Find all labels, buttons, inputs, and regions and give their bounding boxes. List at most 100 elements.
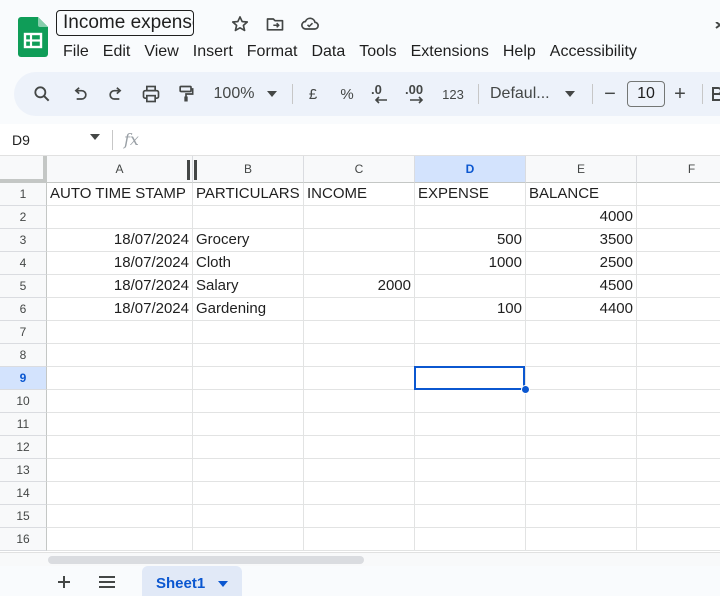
cell-b13[interactable]: [193, 459, 304, 482]
row-header-2[interactable]: 2: [0, 206, 47, 229]
cell-f5[interactable]: [637, 275, 720, 298]
cell-f9[interactable]: [637, 367, 720, 390]
menu-view[interactable]: View: [137, 42, 185, 62]
cell-d1[interactable]: EXPENSE: [415, 183, 526, 206]
cell-c12[interactable]: [304, 436, 415, 459]
cell-e13[interactable]: [526, 459, 637, 482]
cell-c13[interactable]: [304, 459, 415, 482]
add-sheet-icon[interactable]: [50, 568, 78, 596]
row-header-3[interactable]: 3: [0, 229, 47, 252]
decrease-font-size-button[interactable]: −: [600, 72, 620, 116]
cell-d15[interactable]: [415, 505, 526, 528]
increase-font-size-button[interactable]: +: [670, 72, 690, 116]
cell-a4[interactable]: 18/07/2024: [47, 252, 193, 275]
cell-a15[interactable]: [47, 505, 193, 528]
cell-c15[interactable]: [304, 505, 415, 528]
font-size-input[interactable]: 10: [627, 81, 665, 107]
cell-b2[interactable]: [193, 206, 304, 229]
row-header-11[interactable]: 11: [0, 413, 47, 436]
menu-insert[interactable]: Insert: [186, 42, 240, 62]
font-family-select[interactable]: Defaul...: [490, 72, 554, 116]
row-header-16[interactable]: 16: [0, 528, 47, 551]
cell-f4[interactable]: [637, 252, 720, 275]
select-all-corner[interactable]: [0, 156, 47, 183]
name-box-dropdown-icon[interactable]: [90, 134, 100, 140]
cell-f11[interactable]: [637, 413, 720, 436]
print-icon[interactable]: [137, 72, 165, 116]
cell-e5[interactable]: 4500: [526, 275, 637, 298]
row-header-12[interactable]: 12: [0, 436, 47, 459]
cell-b6[interactable]: Gardening: [193, 298, 304, 321]
cell-e7[interactable]: [526, 321, 637, 344]
cell-b15[interactable]: [193, 505, 304, 528]
cell-c16[interactable]: [304, 528, 415, 551]
cell-f16[interactable]: [637, 528, 720, 551]
cell-b4[interactable]: Cloth: [193, 252, 304, 275]
sheet-tab-sheet1[interactable]: Sheet1: [142, 566, 242, 596]
zoom-dropdown-icon[interactable]: [262, 72, 282, 116]
move-to-folder-icon[interactable]: [264, 13, 286, 35]
column-header-a[interactable]: A: [47, 156, 193, 183]
cell-b8[interactable]: [193, 344, 304, 367]
sheet-tab-dropdown-icon[interactable]: [218, 581, 228, 587]
cell-a2[interactable]: [47, 206, 193, 229]
menu-data[interactable]: Data: [304, 42, 352, 62]
cell-d2[interactable]: [415, 206, 526, 229]
undo-icon[interactable]: [66, 72, 94, 116]
sheets-logo-icon[interactable]: [18, 17, 48, 57]
cell-f6[interactable]: [637, 298, 720, 321]
paint-format-icon[interactable]: [172, 72, 200, 116]
cell-c1[interactable]: INCOME: [304, 183, 415, 206]
cell-b16[interactable]: [193, 528, 304, 551]
menu-file[interactable]: File: [56, 42, 96, 62]
cell-e6[interactable]: 4400: [526, 298, 637, 321]
cell-b12[interactable]: [193, 436, 304, 459]
column-header-e[interactable]: E: [526, 156, 637, 183]
cell-d3[interactable]: 500: [415, 229, 526, 252]
percent-format-button[interactable]: %: [336, 72, 358, 116]
cell-f14[interactable]: [637, 482, 720, 505]
cell-f10[interactable]: [637, 390, 720, 413]
cell-d13[interactable]: [415, 459, 526, 482]
row-header-14[interactable]: 14: [0, 482, 47, 505]
cloud-saved-icon[interactable]: [299, 13, 321, 35]
cell-a10[interactable]: [47, 390, 193, 413]
zoom-value[interactable]: 100%: [210, 72, 258, 116]
cell-b10[interactable]: [193, 390, 304, 413]
cell-d5[interactable]: [415, 275, 526, 298]
cell-a8[interactable]: [47, 344, 193, 367]
horizontal-scrollbar[interactable]: [0, 552, 720, 566]
cell-b14[interactable]: [193, 482, 304, 505]
column-header-d[interactable]: D: [415, 156, 526, 183]
currency-format-button[interactable]: £: [302, 72, 324, 116]
row-header-13[interactable]: 13: [0, 459, 47, 482]
column-header-b[interactable]: B: [193, 156, 304, 183]
cell-e2[interactable]: 4000: [526, 206, 637, 229]
cell-d14[interactable]: [415, 482, 526, 505]
cell-b1[interactable]: PARTICULARS: [193, 183, 304, 206]
cell-c5[interactable]: 2000: [304, 275, 415, 298]
row-header-9[interactable]: 9: [0, 367, 47, 390]
cell-a16[interactable]: [47, 528, 193, 551]
row-header-1[interactable]: 1: [0, 183, 47, 206]
cell-f1[interactable]: [637, 183, 720, 206]
cell-a13[interactable]: [47, 459, 193, 482]
cell-d8[interactable]: [415, 344, 526, 367]
cell-e14[interactable]: [526, 482, 637, 505]
row-header-5[interactable]: 5: [0, 275, 47, 298]
cell-e15[interactable]: [526, 505, 637, 528]
cell-f8[interactable]: [637, 344, 720, 367]
cell-f2[interactable]: [637, 206, 720, 229]
search-menus-icon[interactable]: [28, 72, 56, 116]
cell-a7[interactable]: [47, 321, 193, 344]
cell-c3[interactable]: [304, 229, 415, 252]
fill-handle[interactable]: [521, 385, 530, 394]
all-sheets-menu-icon[interactable]: [93, 568, 121, 596]
cell-d12[interactable]: [415, 436, 526, 459]
cell-a1[interactable]: AUTO TIME STAMP: [47, 183, 193, 206]
cell-e11[interactable]: [526, 413, 637, 436]
redo-icon[interactable]: [102, 72, 130, 116]
cell-b5[interactable]: Salary: [193, 275, 304, 298]
cell-c9[interactable]: [304, 367, 415, 390]
menu-extensions[interactable]: Extensions: [404, 42, 496, 62]
